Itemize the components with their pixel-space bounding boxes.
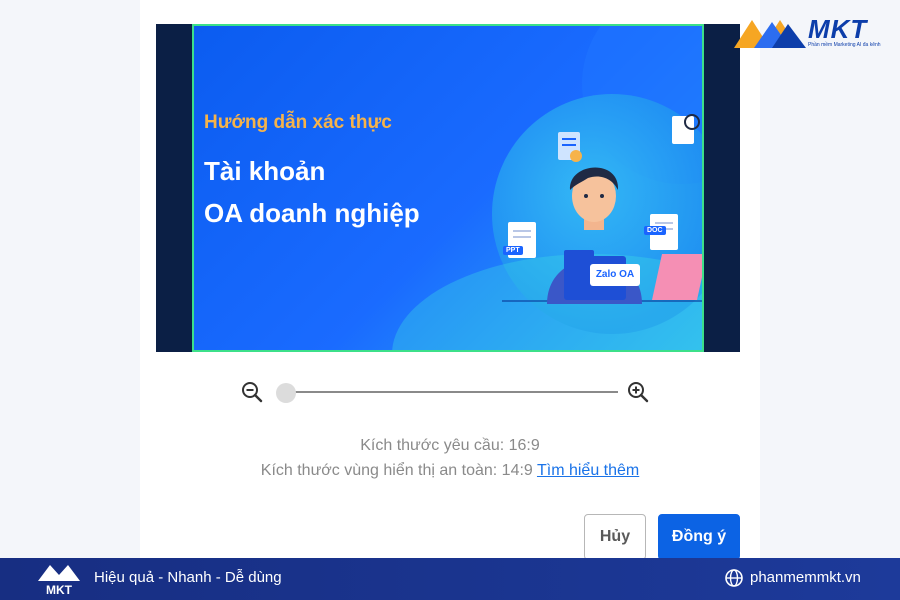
zoom-slider-thumb[interactable] (276, 383, 296, 403)
image-crop-area[interactable]: Hướng dẫn xác thực Tài khoản OA doanh ng… (156, 24, 740, 352)
mkt-logo: MKT Phần mềm Marketing AI đa kênh (732, 12, 892, 52)
cancel-button[interactable]: Hủy (584, 514, 646, 560)
footer-bar: MKT Hiệu quả - Nhanh - Dễ dùng phanmemmk… (0, 558, 900, 600)
safe-area-label: Kích thước vùng hiển thị an toàn: 14:9 (260, 462, 533, 479)
mkt-logo-mark-icon (734, 20, 806, 48)
learn-more-link[interactable]: Tìm hiểu thêm (537, 462, 639, 479)
confirm-button[interactable]: Đồng ý (658, 514, 740, 560)
zoom-slider-track[interactable] (286, 391, 618, 393)
footer-mkt-logo: MKT (38, 565, 80, 597)
footer-slogan: Hiệu quả - Nhanh - Dễ dùng (94, 569, 282, 586)
zoom-control (240, 378, 660, 406)
svg-text:MKT: MKT (46, 583, 73, 597)
footer-website-text[interactable]: phanmemmkt.vn (750, 569, 861, 586)
globe-icon (725, 569, 743, 587)
zoom-in-icon[interactable] (626, 380, 650, 404)
safe-area-text: Kích thước vùng hiển thị an toàn: 14:9 T… (140, 462, 760, 480)
required-size-text: Kích thước yêu cầu: 16:9 (360, 437, 540, 454)
zoom-out-icon[interactable] (240, 380, 264, 404)
crop-frame[interactable] (192, 24, 704, 352)
footer-website[interactable]: phanmemmkt.vn (724, 568, 861, 588)
mkt-logo-tagline: Phần mềm Marketing AI đa kênh (808, 42, 881, 48)
mkt-logo-text: MKT (808, 14, 868, 44)
